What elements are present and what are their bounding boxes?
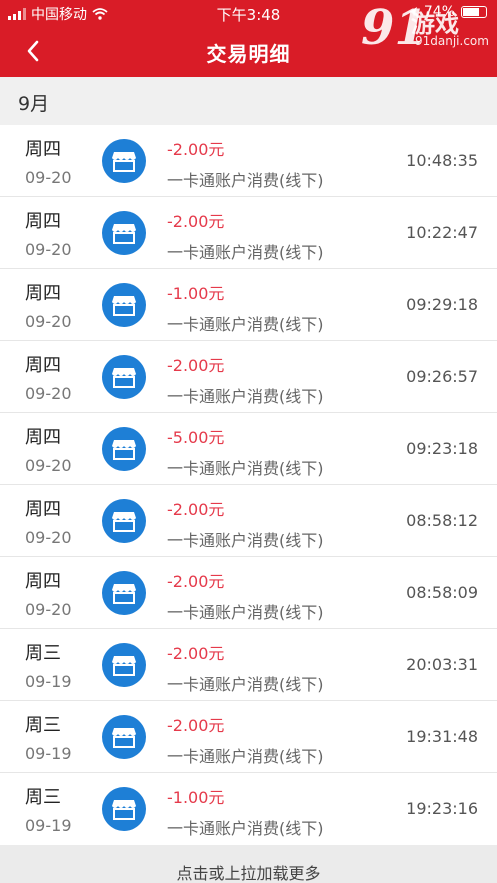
- store-icon-badge: [102, 571, 146, 615]
- transaction-date: 09-19: [25, 744, 72, 763]
- transaction-time: 10:22:47: [406, 223, 478, 242]
- store-icon: [112, 152, 136, 172]
- app-header: 中国移动 下午3:48 74% 91 游戏 91danji.com 交易明细: [0, 0, 497, 77]
- page-title: 交易明细: [206, 42, 291, 66]
- transaction-row[interactable]: 周四 09-20 -2.00元一卡通账户消费(线下) 10:22:47: [0, 197, 497, 269]
- transaction-weekday: 周四: [25, 211, 61, 232]
- transaction-time: 08:58:12: [406, 511, 478, 530]
- store-icon: [112, 656, 136, 676]
- store-icon-badge: [102, 139, 146, 183]
- transaction-description: 一卡通账户消费(线下): [167, 459, 324, 478]
- transaction-list: 周四 09-20 -2.00元 一卡通账户消费(线下) 10:48:35 周四 09-20-…: [0, 125, 497, 845]
- month-section-header: 9月: [0, 77, 497, 125]
- transaction-row[interactable]: 周三 09-19 -1.00元一卡通账户消费(线下) 19:23:16: [0, 773, 497, 845]
- transaction-time: 20:03:31: [406, 655, 478, 674]
- transaction-row[interactable]: 周四 09-20 -2.00元一卡通账户消费(线下) 08:58:09: [0, 557, 497, 629]
- transaction-amount: -2.00元: [167, 212, 225, 231]
- transaction-description: 一卡通账户消费(线下): [167, 747, 324, 766]
- transaction-weekday: 周三: [25, 643, 61, 664]
- transaction-weekday: 周三: [25, 787, 61, 808]
- transaction-weekday: 周三: [25, 715, 61, 736]
- store-icon-badge: [102, 427, 146, 471]
- transaction-description: 一卡通账户消费(线下): [167, 603, 324, 622]
- transaction-time: 19:23:16: [406, 799, 478, 818]
- transaction-description: 一卡通账户消费(线下): [167, 243, 324, 262]
- transaction-row[interactable]: 周四 09-20 -1.00元一卡通账户消费(线下) 09:29:18: [0, 269, 497, 341]
- transaction-date: 09-20: [25, 528, 72, 547]
- store-icon-badge: [102, 499, 146, 543]
- transaction-time: 08:58:09: [406, 583, 478, 602]
- battery-percent: 74%: [423, 4, 455, 20]
- transaction-row[interactable]: 周三 09-19 -2.00元一卡通账户消费(线下) 19:31:48: [0, 701, 497, 773]
- transaction-date: 09-19: [25, 816, 72, 835]
- transaction-date: 09-20: [25, 456, 72, 475]
- store-icon-badge: [102, 715, 146, 759]
- transaction-amount: -2.00元: [167, 356, 225, 375]
- transaction-time: 19:31:48: [406, 727, 478, 746]
- store-icon-badge: [102, 355, 146, 399]
- transaction-amount: -2.00元: [167, 644, 225, 663]
- transaction-weekday: 周四: [25, 355, 61, 376]
- transaction-time: 09:26:57: [406, 367, 478, 386]
- store-icon-badge: [102, 787, 146, 831]
- store-icon: [112, 584, 136, 604]
- transaction-row[interactable]: 周三 09-19 -2.00元一卡通账户消费(线下) 20:03:31: [0, 629, 497, 701]
- transaction-description: 一卡通账户消费(线下): [167, 387, 324, 406]
- transaction-row[interactable]: 周四 09-20 -2.00元一卡通账户消费(线下) 09:26:57: [0, 341, 497, 413]
- transaction-description: 一卡通账户消费(线下): [167, 171, 324, 190]
- transaction-weekday: 周四: [25, 571, 61, 592]
- transaction-row[interactable]: 周四 09-20 -2.00元一卡通账户消费(线下) 10:48:35: [0, 125, 497, 197]
- transaction-amount: -2.00元: [167, 140, 225, 159]
- store-icon-badge: [102, 211, 146, 255]
- transaction-date: 09-20: [25, 312, 72, 331]
- transaction-row[interactable]: 周四 09-20 -5.00元一卡通账户消费(线下) 09:23:18: [0, 413, 497, 485]
- status-right: 74%: [408, 4, 487, 20]
- store-icon: [112, 224, 136, 244]
- transaction-description: 一卡通账户消费(线下): [167, 819, 324, 838]
- transaction-date: 09-20: [25, 240, 72, 259]
- transaction-amount: -1.00元: [167, 788, 225, 807]
- store-icon: [112, 800, 136, 820]
- transaction-date: 09-20: [25, 600, 72, 619]
- transaction-time: 09:29:18: [406, 295, 478, 314]
- transaction-amount: -2.00元: [167, 500, 225, 519]
- transaction-description: 一卡通账户消费(线下): [167, 315, 324, 334]
- transaction-weekday: 周四: [25, 427, 61, 448]
- store-icon: [112, 440, 136, 460]
- transaction-amount: -1.00元: [167, 284, 225, 303]
- store-icon: [112, 368, 136, 388]
- transaction-time: 10:48:35: [406, 151, 478, 170]
- transaction-amount: -5.00元: [167, 428, 225, 447]
- transaction-date: 09-19: [25, 672, 72, 691]
- store-icon-badge: [102, 643, 146, 687]
- transaction-amount: -2.00元: [167, 572, 225, 591]
- store-icon: [112, 512, 136, 532]
- store-icon-badge: [102, 283, 146, 327]
- store-icon: [112, 728, 136, 748]
- store-icon: [112, 296, 136, 316]
- month-label: 9月: [18, 93, 50, 115]
- transaction-row[interactable]: 周四 09-20 -2.00元一卡通账户消费(线下) 08:58:12: [0, 485, 497, 557]
- transaction-amount: -2.00元: [167, 716, 225, 735]
- transaction-date: 09-20: [25, 384, 72, 403]
- transaction-date: 09-20: [25, 168, 72, 187]
- status-bar: 中国移动 下午3:48 74%: [0, 0, 497, 26]
- location-icon: [408, 7, 417, 17]
- battery-icon: [461, 6, 487, 18]
- transaction-weekday: 周四: [25, 139, 61, 160]
- transaction-weekday: 周四: [25, 283, 61, 304]
- transaction-description: 一卡通账户消费(线下): [167, 531, 324, 550]
- transaction-weekday: 周四: [25, 499, 61, 520]
- load-more-button[interactable]: 点击或上拉加载更多: [0, 845, 497, 883]
- transaction-time: 09:23:18: [406, 439, 478, 458]
- transaction-description: 一卡通账户消费(线下): [167, 675, 324, 694]
